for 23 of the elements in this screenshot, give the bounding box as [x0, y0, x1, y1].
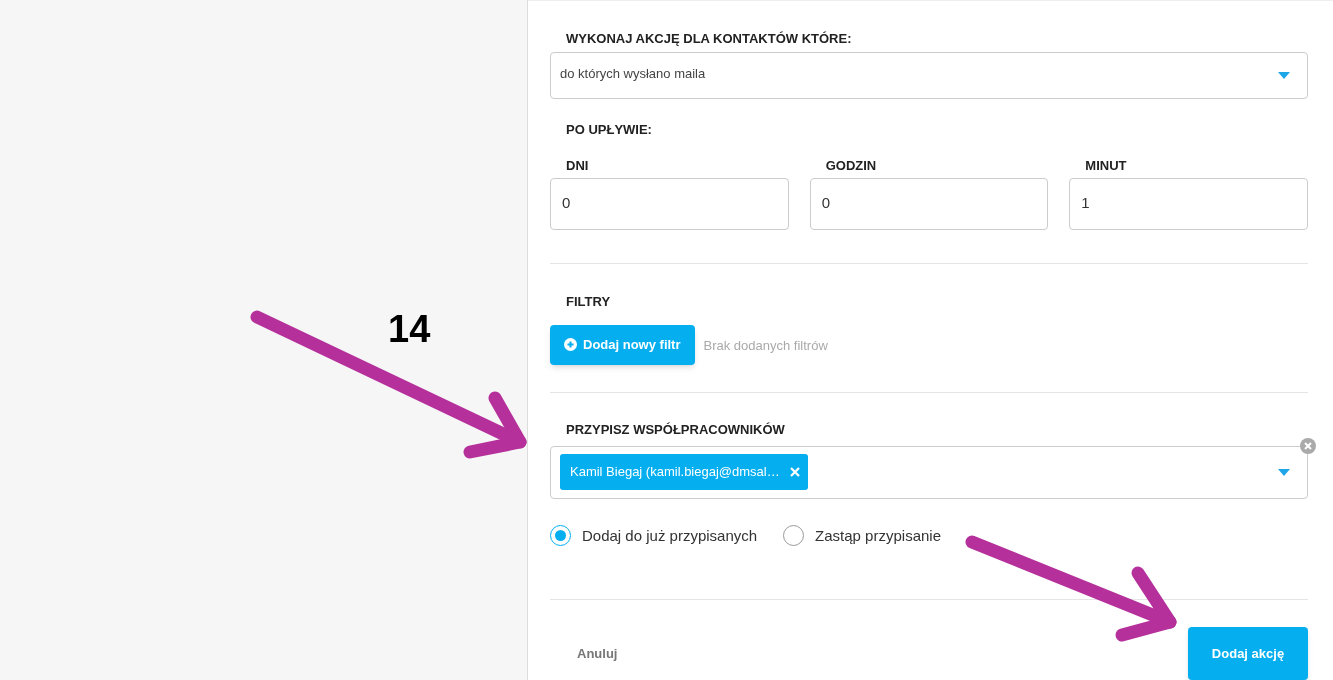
field-label: WYKONAJ AKCJĘ DLA KONTAKTÓW KTÓRE:	[565, 31, 853, 46]
field-label: DNI	[565, 157, 590, 173]
empty-filters-text: Brak dodanych filtrów	[703, 337, 828, 356]
caret-icon	[1278, 71, 1290, 79]
radio-option[interactable]: Dodaj do już przypisanych	[550, 524, 758, 547]
select-field[interactable]: do których wysłano maila	[550, 52, 1308, 99]
tag-label: Kamil Biegaj (kamil.biegaj@dmsal…	[570, 463, 780, 482]
close-icon[interactable]	[789, 467, 800, 477]
cancel-button[interactable]: Anuluj	[577, 643, 618, 664]
clear-icon[interactable]	[1300, 437, 1316, 454]
caret-icon	[1278, 468, 1290, 476]
number-field[interactable]: 0	[809, 177, 1049, 230]
number-field[interactable]: 1	[1069, 177, 1308, 230]
number-field[interactable]: 0	[550, 177, 789, 230]
field-label: PO UPŁYWIE:	[565, 121, 653, 137]
step-number: 14	[388, 310, 431, 348]
select-value: do których wysłano maila	[560, 64, 706, 83]
plus-circle-icon	[564, 338, 577, 351]
field-label: GODZIN	[824, 157, 878, 173]
field-label: MINUT	[1084, 157, 1128, 173]
field-label: PRZYPISZ WSPÓŁPRACOWNIKÓW	[565, 421, 786, 437]
field-label: FILTRY	[565, 293, 612, 309]
radio-option[interactable]: Zastąp przypisanie	[783, 524, 941, 547]
